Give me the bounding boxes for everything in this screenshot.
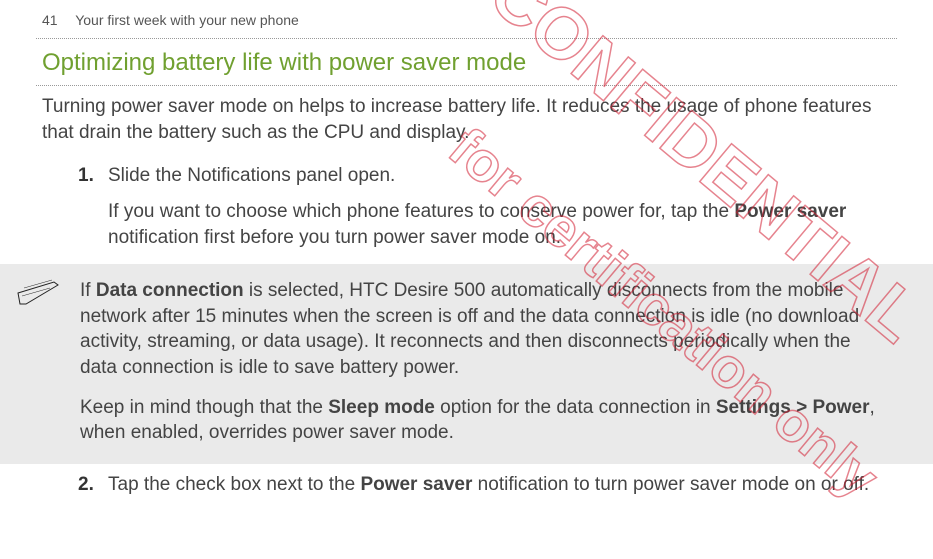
- sleep-mode-bold: Sleep mode: [328, 397, 435, 418]
- pen-icon: [16, 278, 60, 308]
- step-2-before: Tap the check box next to the: [108, 474, 360, 495]
- steps-list-2: Tap the check box next to the Power save…: [0, 466, 933, 508]
- note-p1-before: If: [80, 280, 96, 301]
- header-section-name: Your first week with your new phone: [75, 12, 299, 28]
- step-1-text: Slide the Notifications panel open.: [108, 165, 395, 186]
- step-2-after: notification to turn power saver mode on…: [472, 474, 869, 495]
- page-number: 41: [42, 12, 58, 28]
- step-1-sub: If you want to choose which phone featur…: [108, 199, 891, 250]
- step-1-sub-before: If you want to choose which phone featur…: [108, 201, 734, 222]
- step-1: Slide the Notifications panel open. If y…: [0, 157, 933, 260]
- lead-paragraph: Turning power saver mode on helps to inc…: [0, 86, 933, 157]
- section-title: Optimizing battery life with power saver…: [0, 39, 933, 85]
- note-p2-before: Keep in mind though that the: [80, 397, 328, 418]
- steps-list: Slide the Notifications panel open. If y…: [0, 157, 933, 260]
- power-saver-bold-2: Power saver: [360, 474, 472, 495]
- note-p2-mid: option for the data connection in: [435, 397, 716, 418]
- page-header: 41 Your first week with your new phone: [0, 0, 933, 38]
- power-saver-bold: Power saver: [734, 201, 846, 222]
- note-paragraph-2: Keep in mind though that the Sleep mode …: [80, 395, 891, 446]
- note-paragraph-1: If Data connection is selected, HTC Desi…: [80, 278, 891, 381]
- settings-power-bold: Settings > Power: [716, 397, 870, 418]
- step-1-sub-after: notification first before you turn power…: [108, 227, 561, 248]
- note-box: If Data connection is selected, HTC Desi…: [0, 264, 933, 464]
- step-2: Tap the check box next to the Power save…: [0, 466, 933, 508]
- data-connection-bold: Data connection: [96, 280, 244, 301]
